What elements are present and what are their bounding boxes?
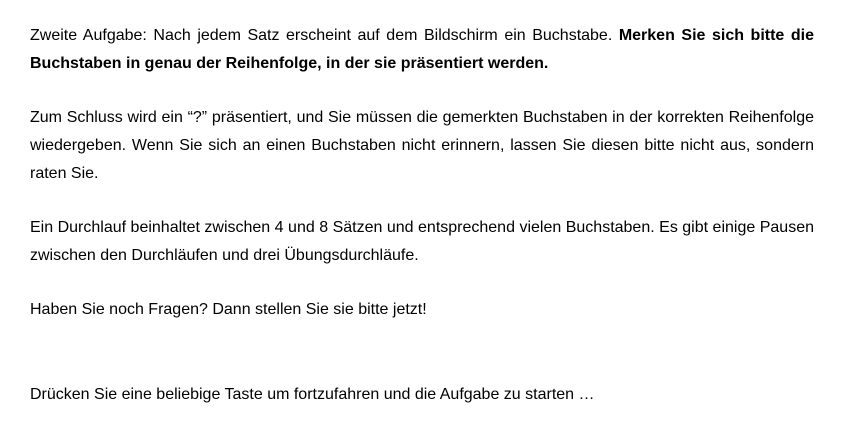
instruction-paragraph-runs: Ein Durchlauf beinhaltet zwischen 4 und …	[30, 219, 814, 264]
instruction-paragraph-recall: Zum Schluss wird ein “?” präsentiert, un…	[30, 109, 814, 182]
instruction-paragraph-questions: Haben Sie noch Fragen? Dann stellen Sie …	[30, 301, 427, 318]
instruction-paragraph-task: Zweite Aufgabe: Nach jedem Satz erschein…	[30, 22, 814, 78]
instructions-text: Zweite Aufgabe: Nach jedem Satz erschein…	[30, 22, 814, 324]
task-description: Zweite Aufgabe: Nach jedem Satz erschein…	[30, 27, 619, 44]
continue-prompt: Drücken Sie eine beliebige Taste um fort…	[30, 386, 595, 403]
